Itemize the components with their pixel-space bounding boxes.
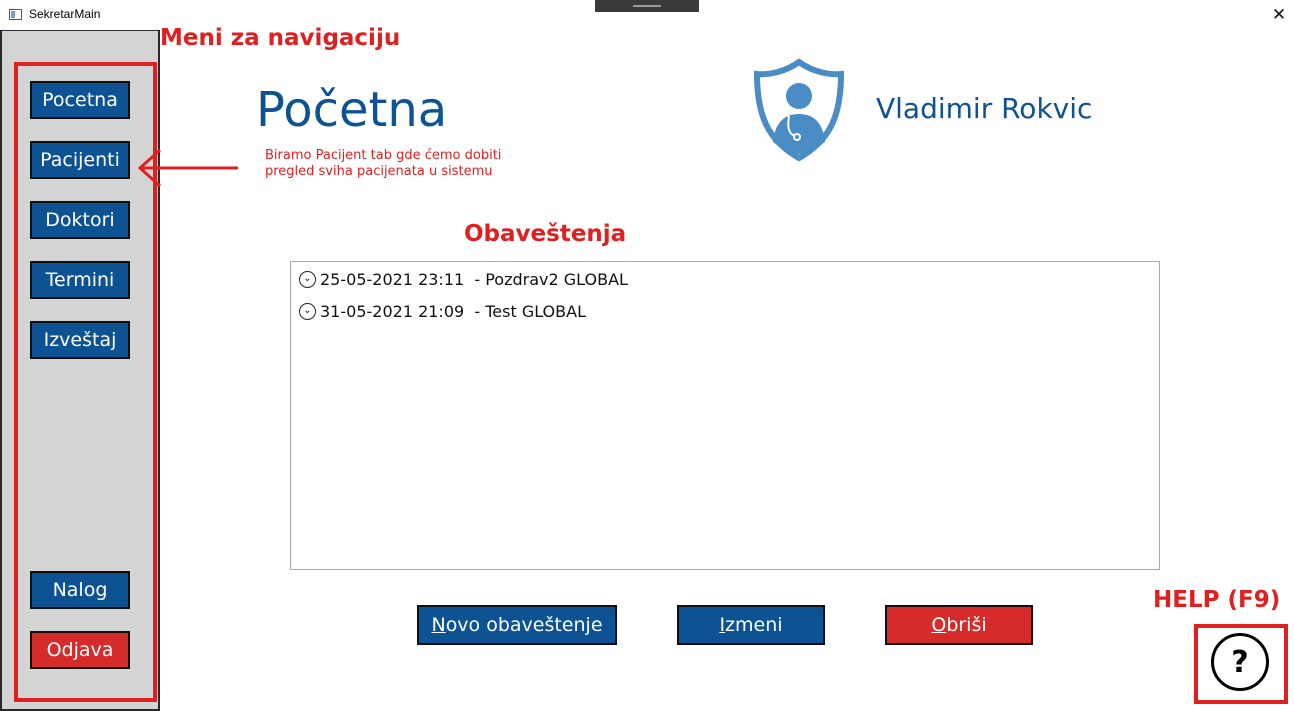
sidebar-item-pocetna[interactable]: Pocetna: [30, 81, 130, 119]
help-button[interactable]: ?: [1211, 633, 1269, 691]
notifications-list[interactable]: ⌄ 25-05-2021 23:11 - Pozdrav2 GLOBAL ⌄ 3…: [290, 261, 1160, 570]
sidebar-item-doktori[interactable]: Doktori: [30, 201, 130, 239]
sidebar-item-izvestaj[interactable]: Izveštaj: [30, 321, 130, 359]
sidebar-item-odjava[interactable]: Odjava: [30, 631, 130, 669]
notification-text: - Pozdrav2 GLOBAL: [464, 269, 628, 289]
notification-date: 31-05-2021 21:09: [320, 301, 465, 321]
close-button[interactable]: ✕: [1266, 4, 1292, 26]
nav-menu-annotation: Meni za navigaciju: [160, 25, 401, 51]
app-icon: [9, 9, 22, 20]
delete-mnemonic: O: [931, 614, 947, 636]
new-notification-label: ovo obaveštenje: [445, 614, 603, 636]
chevron-down-icon[interactable]: ⌄: [299, 270, 316, 288]
edit-label: zmeni: [725, 614, 783, 636]
help-annotation: HELP (F9): [1153, 587, 1281, 613]
notifications-heading: Obaveštenja: [464, 221, 627, 247]
sidebar-item-nalog[interactable]: Nalog: [30, 571, 130, 609]
drag-handle[interactable]: [595, 0, 699, 12]
new-notification-button[interactable]: Novo obaveštenje: [417, 605, 617, 645]
new-notification-mnemonic: N: [431, 614, 446, 636]
pacijenti-annotation: Biramo Pacijent tab gde ćemo dobiti preg…: [265, 148, 502, 179]
notification-date: 25-05-2021 23:11: [320, 269, 465, 289]
list-item[interactable]: ⌄ 25-05-2021 23:11 - Pozdrav2 GLOBAL: [299, 267, 628, 291]
sidebar-item-termini[interactable]: Termini: [30, 261, 130, 299]
notification-text: - Test GLOBAL: [464, 301, 586, 321]
list-item[interactable]: ⌄ 31-05-2021 21:09 - Test GLOBAL: [299, 299, 586, 323]
doctor-shield-icon: [753, 58, 845, 162]
edit-button[interactable]: Izmeni: [677, 605, 825, 645]
delete-label: briši: [946, 614, 987, 636]
delete-button[interactable]: Obriši: [885, 605, 1033, 645]
user-name: Vladimir Rokvic: [876, 92, 1093, 125]
window-title: SekretarMain: [29, 7, 101, 21]
chevron-down-icon[interactable]: ⌄: [299, 302, 316, 320]
sidebar-item-pacijenti[interactable]: Pacijenti: [30, 141, 130, 179]
arrow-left-icon: [137, 148, 238, 188]
page-title: Početna: [256, 82, 448, 138]
